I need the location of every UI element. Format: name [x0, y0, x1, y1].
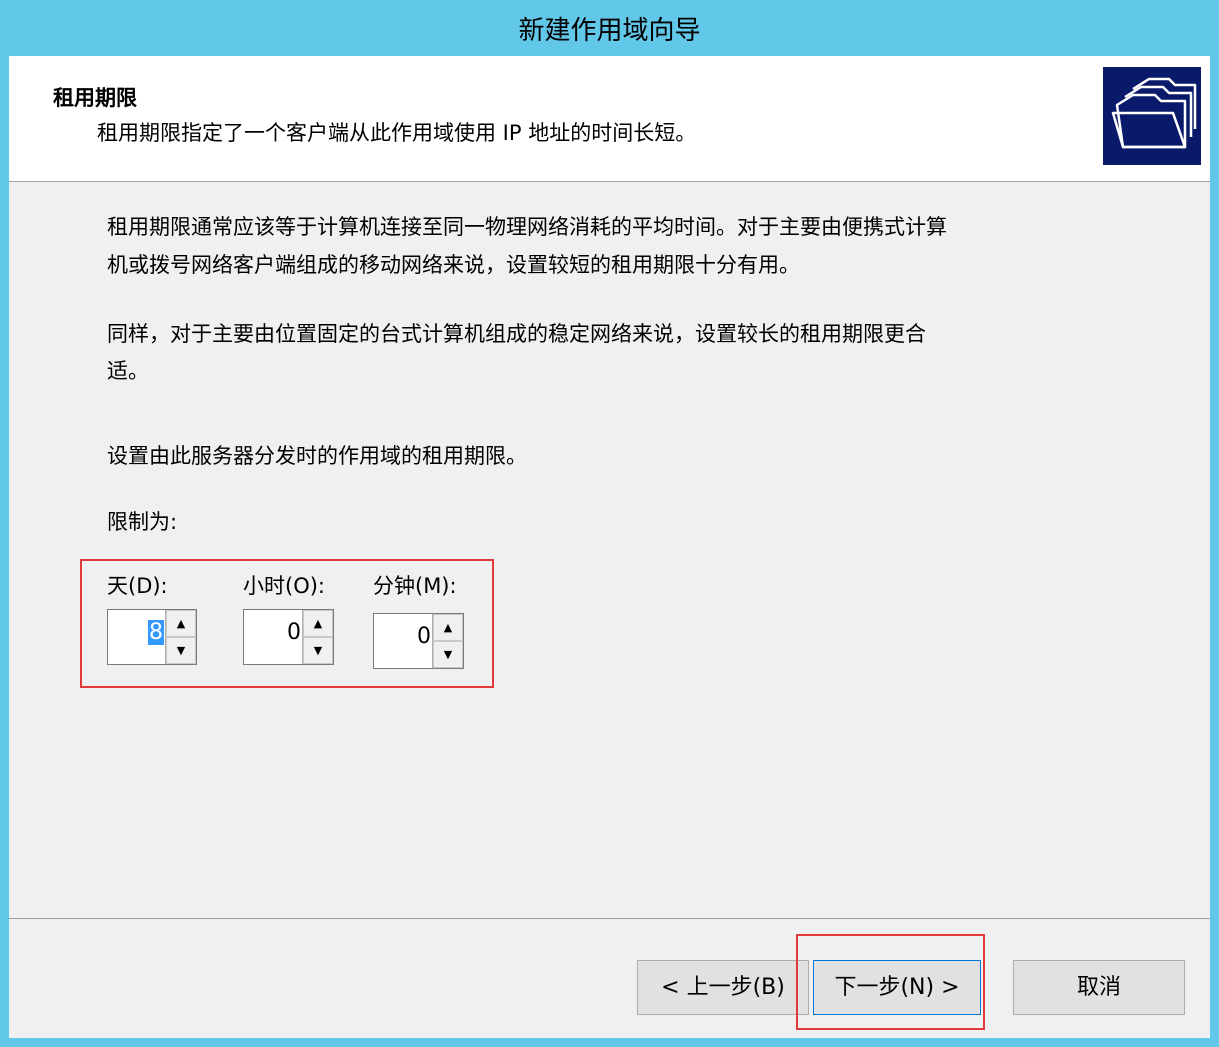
description-para2-line1: 同样，对于主要由位置固定的台式计算机组成的稳定网络来说，设置较长的租用期限更合 — [107, 322, 926, 346]
back-button[interactable]: < 上一步(B) — [637, 960, 809, 1015]
minutes-label: 分钟(M): — [373, 574, 457, 598]
next-highlight-box — [796, 934, 985, 1030]
days-value[interactable]: 8 — [148, 620, 164, 645]
minutes-spin-buttons: ▲ ▼ — [432, 614, 463, 668]
days-spin-buttons: ▲ ▼ — [165, 610, 196, 664]
days-down-arrow-icon[interactable]: ▼ — [166, 637, 196, 664]
wizard-header: 租用期限 租用期限指定了一个客户端从此作用域使用 IP 地址的时间长短。 — [9, 56, 1210, 182]
hours-spin-buttons: ▲ ▼ — [302, 610, 333, 664]
hours-spinner[interactable]: 0 ▲ ▼ — [243, 609, 334, 665]
minutes-down-arrow-icon[interactable]: ▼ — [433, 641, 463, 668]
wizard-window: 租用期限 租用期限指定了一个客户端从此作用域使用 IP 地址的时间长短。 租用期… — [9, 56, 1210, 1038]
hours-label: 小时(O): — [243, 574, 325, 598]
hours-down-arrow-icon[interactable]: ▼ — [303, 637, 333, 664]
footer-separator — [9, 918, 1210, 919]
cancel-button[interactable]: 取消 — [1013, 960, 1185, 1015]
description-para1-line1: 租用期限通常应该等于计算机连接至同一物理网络消耗的平均时间。对于主要由便携式计算 — [107, 215, 947, 239]
folders-icon — [1103, 67, 1201, 165]
hours-value[interactable]: 0 — [287, 620, 301, 645]
description-para3: 设置由此服务器分发时的作用域的租用期限。 — [107, 444, 527, 468]
title-bar: 新建作用域向导 — [0, 0, 1219, 56]
days-label: 天(D): — [107, 574, 168, 598]
description-para1-line2: 机或拨号网络客户端组成的移动网络来说，设置较短的租用期限十分有用。 — [107, 253, 800, 277]
limit-label: 限制为: — [107, 510, 178, 534]
minutes-spinner[interactable]: 0 ▲ ▼ — [373, 613, 464, 669]
page-subtitle: 租用期限指定了一个客户端从此作用域使用 IP 地址的时间长短。 — [97, 121, 697, 145]
hours-up-arrow-icon[interactable]: ▲ — [303, 610, 333, 637]
window-title: 新建作用域向导 — [518, 16, 701, 46]
days-up-arrow-icon[interactable]: ▲ — [166, 610, 196, 637]
page-title: 租用期限 — [53, 86, 137, 110]
minutes-value[interactable]: 0 — [417, 624, 431, 649]
minutes-up-arrow-icon[interactable]: ▲ — [433, 614, 463, 641]
days-spinner[interactable]: 8 ▲ ▼ — [107, 609, 197, 665]
description-para2-line2: 适。 — [107, 359, 149, 383]
